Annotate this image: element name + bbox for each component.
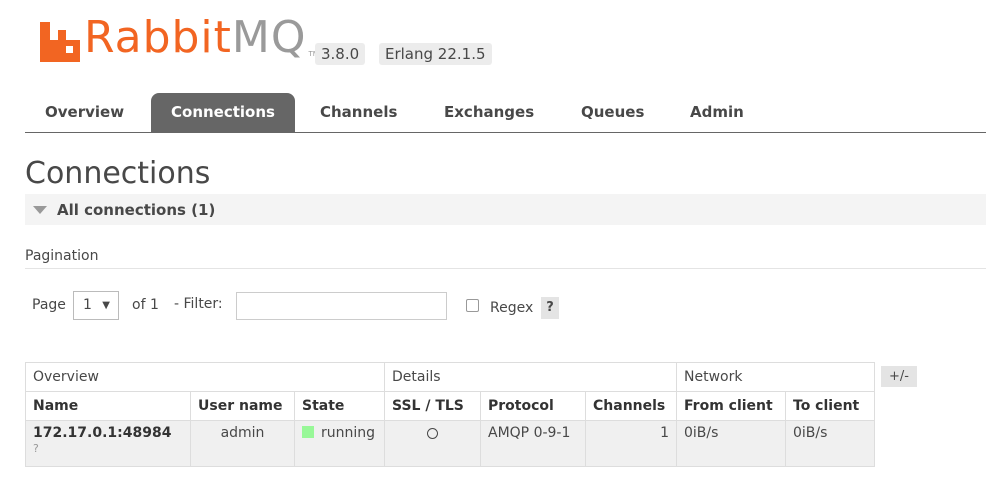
connection-name-link[interactable]: 172.17.0.1:48984 [33, 425, 183, 441]
logo-mq-text: MQ [231, 12, 307, 63]
all-connections-section-header[interactable]: All connections (1) [25, 194, 986, 225]
page-count-label: of 1 [132, 297, 159, 313]
col-name[interactable]: Name [25, 391, 191, 421]
section-title: All connections (1) [57, 201, 216, 219]
group-overview: Overview [25, 362, 385, 392]
tab-channels[interactable]: Channels [300, 93, 417, 132]
col-from-client[interactable]: From client [676, 391, 786, 421]
col-ssl-tls[interactable]: SSL / TLS [384, 391, 481, 421]
from-client-cell: 0iB/s [676, 420, 786, 467]
tab-connections[interactable]: Connections [151, 93, 295, 132]
group-network: Network [676, 362, 875, 392]
pagination-title: Pagination [25, 248, 99, 264]
pagination-divider [25, 268, 986, 269]
logo-rabbit-text: Rabbit [84, 12, 232, 63]
col-to-client[interactable]: To client [785, 391, 875, 421]
collapse-triangle-icon[interactable] [33, 206, 47, 214]
col-state[interactable]: State [294, 391, 385, 421]
col-protocol[interactable]: Protocol [480, 391, 586, 421]
filter-input[interactable] [236, 292, 447, 320]
channels-cell: 1 [585, 420, 677, 467]
group-details: Details [384, 362, 677, 392]
tab-exchanges[interactable]: Exchanges [424, 93, 554, 132]
version-badge: 3.8.0 [315, 43, 366, 65]
state-cell: running [294, 420, 385, 467]
erlang-version-badge: Erlang 22.1.5 [379, 43, 492, 65]
filter-label: - Filter: [174, 296, 223, 312]
dropdown-arrow-icon: ▼ [102, 300, 110, 311]
rabbitmq-logo[interactable]: RabbitMQ TM [40, 12, 319, 64]
state-running-indicator [302, 426, 314, 438]
col-channels[interactable]: Channels [585, 391, 677, 421]
connection-name-cell[interactable]: 172.17.0.1:48984 ? [25, 420, 191, 467]
empty-circle-icon [427, 428, 438, 439]
ssl-cell [384, 420, 481, 467]
connection-name-sub: ? [33, 442, 39, 455]
tab-admin[interactable]: Admin [670, 93, 764, 132]
tab-overview[interactable]: Overview [25, 93, 144, 132]
columns-toggle-button[interactable]: +/- [881, 366, 917, 387]
protocol-cell: AMQP 0-9-1 [480, 420, 586, 467]
page-select[interactable]: 1 ▼ [73, 291, 119, 320]
regex-label: Regex [490, 300, 534, 316]
tab-queues[interactable]: Queues [561, 93, 664, 132]
table-row[interactable]: 172.17.0.1:48984 ? admin running AMQP 0-… [25, 420, 875, 467]
rabbitmq-logo-icon [40, 22, 80, 62]
page-label: Page [32, 297, 66, 313]
table-header-row: Name User name State SSL / TLS Protocol … [25, 391, 875, 421]
col-user-name[interactable]: User name [190, 391, 295, 421]
page-select-value: 1 [83, 297, 92, 313]
page-title: Connections [25, 156, 211, 191]
regex-checkbox[interactable] [466, 299, 479, 312]
main-nav: Overview Connections Channels Exchanges … [25, 93, 986, 133]
to-client-cell: 0iB/s [785, 420, 875, 467]
user-name-cell: admin [190, 420, 295, 467]
connections-table: Overview Details Network Name User name … [25, 362, 875, 467]
table-group-header-row: Overview Details Network [25, 362, 875, 392]
regex-help-button[interactable]: ? [541, 297, 559, 319]
state-text: running [321, 425, 376, 441]
